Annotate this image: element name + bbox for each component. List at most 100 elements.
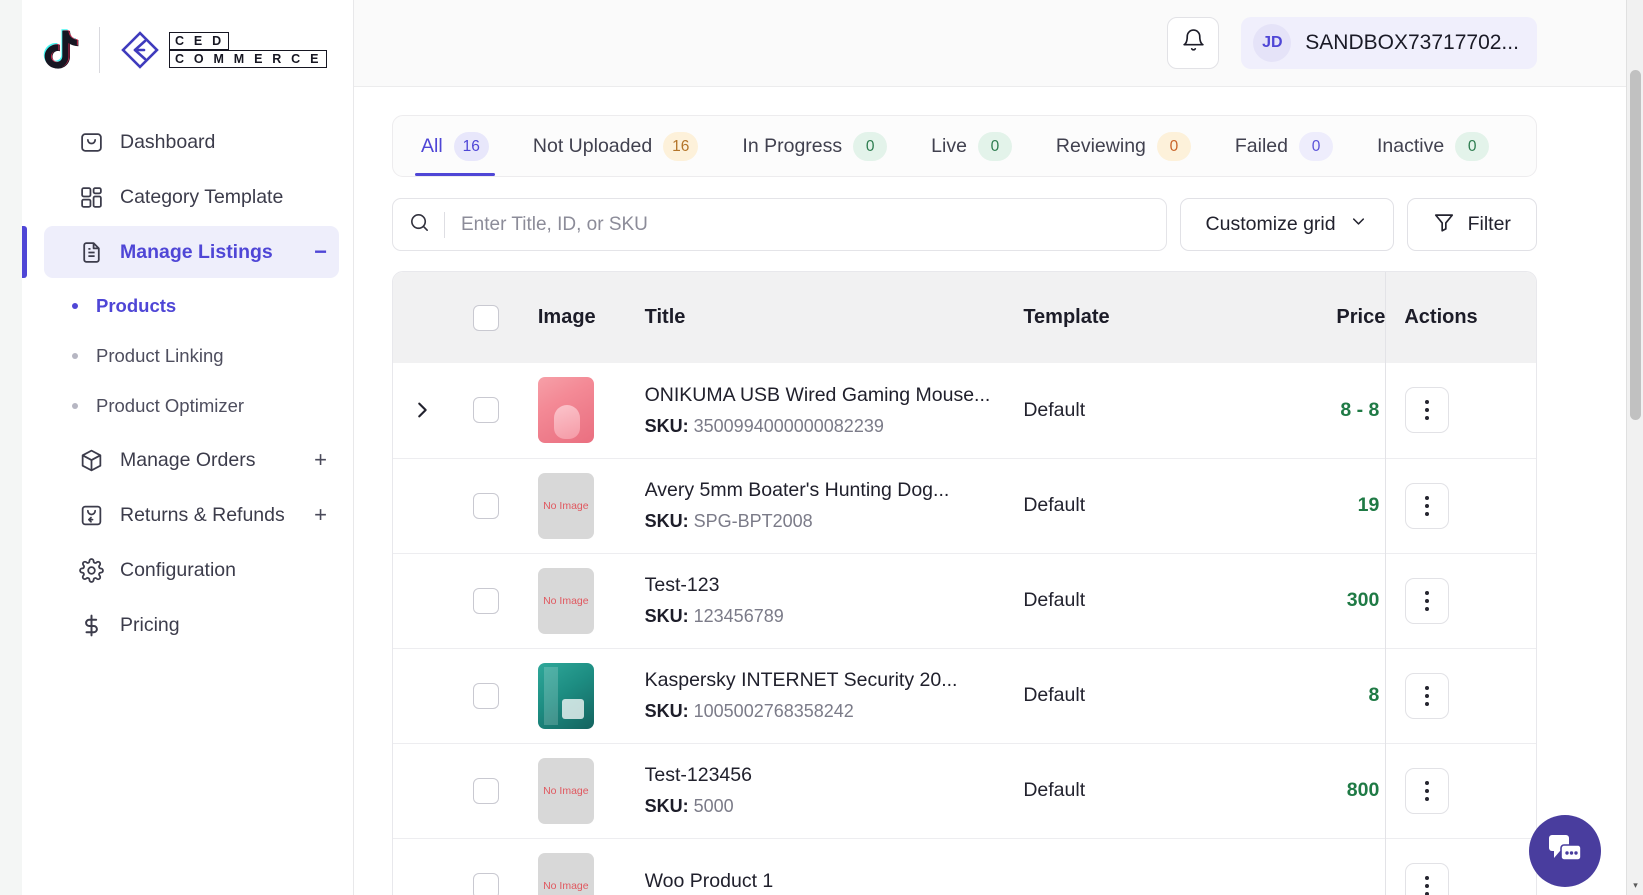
cell-select[interactable] [451, 363, 519, 458]
sidebar-item-configuration[interactable]: Configuration [44, 544, 339, 596]
page-scrollbar[interactable]: ▾ [1626, 0, 1643, 895]
table-row[interactable]: No Image Avery 5mm Boater's Hunting Dog.… [393, 457, 1536, 553]
table-row[interactable]: No Image Test-123456 SKU: 5000 Default 8… [393, 742, 1536, 838]
scrollbar-thumb[interactable] [1630, 70, 1641, 420]
cell-select[interactable] [451, 742, 520, 838]
sku-label: SKU: [644, 701, 689, 721]
expand-toggle-manage-orders[interactable]: + [314, 449, 339, 472]
row-actions-button[interactable] [1405, 862, 1450, 895]
table-row[interactable]: No Image Test-123 SKU: 123456789 Default [393, 552, 1536, 648]
row-actions-button[interactable] [1405, 577, 1450, 624]
row-actions-button[interactable] [1405, 767, 1450, 814]
sidebar-item-dashboard[interactable]: Dashboard [44, 116, 339, 168]
cell-price: 800 [1265, 742, 1386, 838]
cell-select[interactable] [451, 837, 520, 895]
cell-select[interactable] [451, 457, 520, 553]
dollar-icon [78, 612, 104, 638]
cell-image: No Image [519, 457, 631, 553]
cell-select[interactable] [451, 552, 520, 648]
tab-live[interactable]: Live 0 [909, 117, 1034, 176]
row-checkbox[interactable] [472, 397, 499, 424]
sidebar-item-label: Returns & Refunds [120, 503, 285, 526]
collapse-toggle-manage-listings[interactable]: − [314, 241, 339, 264]
scrollbar-down-arrow[interactable]: ▾ [1630, 880, 1641, 891]
filter-button[interactable]: Filter [1406, 198, 1537, 251]
tiktok-logo-icon [40, 27, 82, 73]
tab-inactive[interactable]: Inactive 0 [1355, 117, 1511, 176]
th-template-label: Template [1023, 306, 1110, 328]
cell-expand[interactable] [393, 363, 451, 458]
cell-actions [1385, 363, 1536, 458]
bullet-icon [72, 353, 78, 359]
table-body: ONIKUMA USB Wired Gaming Mouse... SKU: 3… [393, 363, 1536, 895]
sidebar-item-returns-refunds[interactable]: Returns & Refunds + [44, 489, 339, 541]
commerce-word: C O M M E R C E [169, 50, 327, 68]
tab-count-badge: 16 [453, 132, 489, 161]
dashboard-icon [78, 129, 104, 155]
expand-row-icon[interactable] [393, 399, 451, 421]
sidebar-item-product-linking[interactable]: Product Linking [22, 331, 353, 381]
sidebar-item-manage-listings[interactable]: Manage Listings − [22, 226, 339, 278]
row-actions-button[interactable] [1405, 482, 1450, 529]
sku-value: 3500994000000082239 [693, 415, 884, 436]
app-root: C E D C O M M E R C E Dashboard Category… [0, 0, 1643, 895]
tab-in-progress[interactable]: In Progress 0 [720, 117, 909, 176]
toolbar: Customize grid Filter [392, 198, 1537, 251]
brand-logo[interactable]: C E D C O M M E R C E [22, 0, 353, 100]
row-actions-button[interactable] [1405, 387, 1450, 434]
row-checkbox[interactable] [472, 587, 499, 614]
product-title: Kaspersky INTERNET Security 20... [644, 669, 958, 691]
cell-select[interactable] [451, 647, 520, 743]
table-header-row: Image Title Template Price Actions [393, 272, 1536, 363]
search-container[interactable] [392, 198, 1167, 251]
product-sku: SKU: 1005002768358242 [645, 701, 1022, 722]
return-box-icon [78, 502, 104, 528]
sidebar-item-products[interactable]: Products [22, 281, 353, 331]
cell-price [1265, 837, 1386, 895]
cell-expand [393, 837, 452, 895]
tab-label: Failed [1234, 135, 1289, 157]
tab-count-badge: 0 [977, 132, 1012, 161]
notifications-button[interactable] [1167, 17, 1220, 69]
account-menu[interactable]: JD SANDBOX73717702... [1241, 17, 1537, 69]
search-input[interactable] [461, 199, 1166, 250]
th-select-all [451, 272, 520, 363]
product-thumbnail [537, 377, 594, 444]
cell-title: ONIKUMA USB Wired Gaming Mouse... SKU: 3… [631, 363, 1022, 458]
cell-price: 8 - 8 [1340, 398, 1380, 421]
cell-actions [1385, 552, 1536, 648]
chat-bubble-icon [1546, 833, 1584, 870]
tab-reviewing[interactable]: Reviewing 0 [1034, 117, 1213, 176]
product-thumbnail-placeholder: No Image [537, 472, 594, 539]
tab-failed[interactable]: Failed 0 [1213, 117, 1355, 176]
account-name: SANDBOX73717702... [1305, 31, 1519, 54]
row-checkbox[interactable] [472, 777, 499, 804]
expand-toggle-returns-refunds[interactable]: + [314, 504, 339, 527]
select-all-checkbox[interactable] [472, 304, 499, 331]
tab-not-uploaded[interactable]: Not Uploaded 16 [511, 117, 721, 176]
bullet-icon [72, 403, 78, 409]
cell-image: No Image [519, 552, 631, 648]
sidebar-subitem-label: Product Linking [96, 345, 224, 366]
chat-support-button[interactable] [1528, 815, 1601, 887]
document-icon [78, 239, 104, 265]
table-row[interactable]: No Image Woo Product 1 [393, 837, 1536, 895]
sku-label: SKU: [644, 606, 689, 626]
product-thumbnail-placeholder: No Image [537, 852, 594, 895]
table-row[interactable]: Kaspersky INTERNET Security 20... SKU: 1… [393, 647, 1536, 743]
sidebar-item-product-optimizer[interactable]: Product Optimizer [22, 381, 353, 431]
tab-all[interactable]: All 16 [399, 117, 511, 176]
sidebar-item-category-template[interactable]: Category Template [44, 171, 339, 223]
row-actions-button[interactable] [1405, 672, 1450, 719]
table-row[interactable]: ONIKUMA USB Wired Gaming Mouse... SKU: 3… [393, 363, 1536, 458]
row-checkbox[interactable] [472, 872, 499, 895]
cell-image [519, 647, 631, 743]
sidebar-item-pricing[interactable]: Pricing [44, 599, 339, 651]
customize-grid-button[interactable]: Customize grid [1179, 198, 1394, 251]
row-checkbox[interactable] [472, 492, 499, 519]
left-gutter [0, 0, 22, 895]
sidebar-item-manage-orders[interactable]: Manage Orders + [44, 434, 339, 486]
bell-icon [1181, 28, 1206, 58]
product-title: Woo Product 1 [644, 869, 774, 892]
row-checkbox[interactable] [472, 682, 499, 709]
